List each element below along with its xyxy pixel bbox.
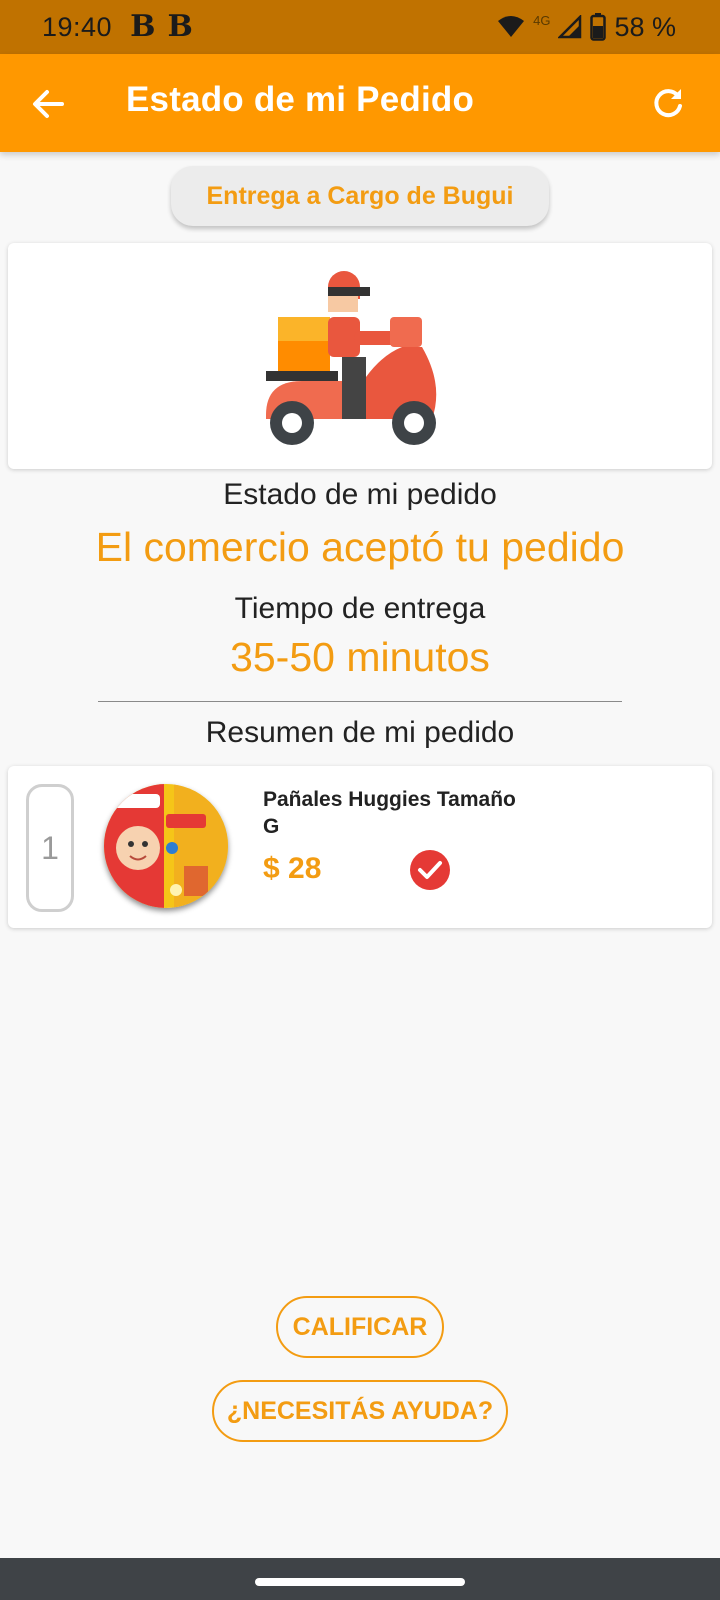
divider — [98, 701, 622, 702]
network-type: 4G — [533, 12, 551, 28]
diaper-pack-image — [104, 784, 228, 908]
help-button[interactable]: ¿NECESITÁS AYUDA? — [212, 1380, 508, 1442]
product-name: Pañales Huggies Tamaño G — [263, 788, 516, 838]
home-gesture-handle[interactable] — [255, 1578, 465, 1586]
order-status-value: El comercio aceptó tu pedido — [95, 524, 625, 570]
status-bar: 19:40 B B 4G 58 % — [0, 0, 720, 54]
signal-icon — [558, 15, 582, 39]
notification-icons: B B — [130, 12, 193, 42]
refresh-icon — [654, 89, 682, 118]
back-button[interactable] — [28, 84, 68, 124]
product-price: $ 28 — [263, 852, 322, 885]
system-nav-bar — [0, 1558, 720, 1600]
page-title: Estado de mi Pedido — [126, 80, 475, 119]
check-circle-icon — [410, 850, 450, 890]
battery-level: 58 % — [614, 11, 676, 42]
delivery-time-value: 35-50 minutos — [230, 634, 490, 680]
status-left: 19:40 B B — [42, 12, 193, 43]
app-notification-icon: B — [167, 9, 193, 44]
item-quantity: 1 — [26, 784, 74, 912]
status-time: 19:40 — [42, 11, 113, 42]
rate-button[interactable]: CALIFICAR — [276, 1296, 444, 1358]
wifi-icon — [498, 16, 525, 37]
delivery-illustration-card — [8, 243, 712, 469]
app-notification-icon: B — [130, 9, 156, 44]
order-status-label: Estado de mi pedido — [223, 478, 497, 511]
delivery-time-label: Tiempo de entrega — [234, 592, 486, 625]
battery-icon — [590, 13, 607, 41]
delivery-provider-chip[interactable]: Entrega a Cargo de Bugui — [171, 166, 549, 226]
app-bar: Estado de mi Pedido — [0, 54, 720, 152]
arrow-left-icon — [33, 90, 64, 118]
delivery-scooter-icon — [266, 271, 437, 445]
product-image — [104, 784, 228, 908]
order-item-card: 1 Pañales Huggies Tamaño G $ 28 — [8, 766, 712, 928]
refresh-button[interactable] — [648, 84, 688, 124]
status-right: 4G 58 % — [497, 12, 676, 43]
order-summary-title: Resumen de mi pedido — [205, 716, 515, 749]
